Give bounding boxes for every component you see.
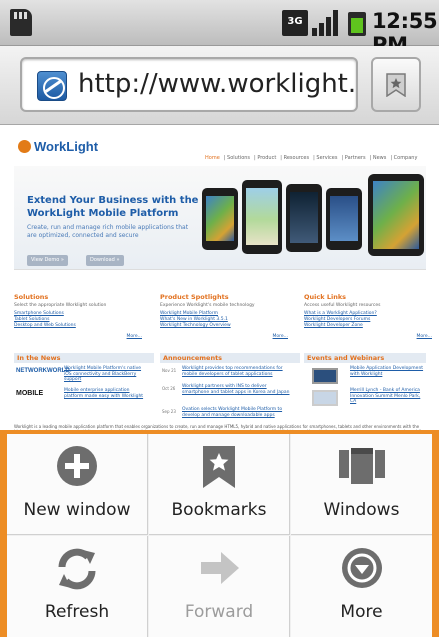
refresh-icon xyxy=(58,548,96,590)
announcements: Announcements Nov 21 Worklight provides … xyxy=(160,353,300,422)
announcement-date: Oct 26 xyxy=(162,386,176,391)
battery-icon xyxy=(348,12,366,36)
nav-link-solutions[interactable]: Solutions xyxy=(227,155,250,161)
link[interactable]: Worklight Developer Zone xyxy=(304,323,436,329)
announcement-date: Sep 23 xyxy=(162,409,176,414)
phone-image xyxy=(286,184,322,252)
announcement-text[interactable]: Worklight provides top recommendations f… xyxy=(182,366,292,377)
event-image xyxy=(312,390,338,406)
view-demo-button[interactable]: View Demo » xyxy=(27,255,68,266)
sd-card-icon xyxy=(10,9,32,36)
status-bar: 3G 12:55 PM xyxy=(0,0,439,57)
event-text[interactable]: Mobile Application Development with Work… xyxy=(350,366,424,377)
link[interactable]: Worklight Technology Overview xyxy=(160,323,292,329)
announcement-item[interactable]: Oct 26 Worklight partners with INS to de… xyxy=(160,384,300,404)
event-text[interactable]: Merrill Lynch - Bank of America Innovati… xyxy=(350,388,424,405)
nav-link-company[interactable]: Company xyxy=(394,155,418,161)
nav-link-services[interactable]: Services xyxy=(316,155,337,161)
nav-link-product[interactable]: Product xyxy=(257,155,276,161)
phone-image xyxy=(202,188,238,250)
bookmark-star-icon xyxy=(203,446,235,488)
column-desc: Access useful Worklight resources xyxy=(304,303,381,308)
mobile-logo: MOBILE xyxy=(16,390,44,397)
section-title: Announcements xyxy=(160,353,300,363)
star-bookmark-icon xyxy=(386,73,406,97)
section-title: Events and Webinars xyxy=(304,353,426,363)
in-the-news: In the News NETWORKWORLD Worklight Mobil… xyxy=(14,353,154,407)
menu-border-right xyxy=(432,430,439,637)
globe-icon xyxy=(37,71,67,101)
column-desc: Select the appropriate Worklight solutio… xyxy=(14,303,107,308)
menu-border-left xyxy=(0,430,7,637)
more-link[interactable]: More... xyxy=(273,334,288,340)
options-menu: New window Bookmarks Windows Refresh For… xyxy=(0,430,439,637)
webpage-content[interactable]: WorkLight Home | Solutions | Product | Reso… xyxy=(0,125,439,439)
site-nav: Home | Solutions | Product | Resources | Ser… xyxy=(205,155,418,161)
forward-arrow-icon xyxy=(201,552,239,584)
menu-label: Forward xyxy=(184,602,254,622)
menu-label: More xyxy=(340,602,383,622)
nav-link-home[interactable]: Home xyxy=(205,155,220,161)
announcement-item[interactable]: Sep 23 Ovation selects Worklight Mobile … xyxy=(160,407,300,422)
news-item[interactable]: NETWORKWORLD Worklight Mobile Platform's… xyxy=(14,366,154,385)
column-title: Quick Links xyxy=(304,293,347,301)
column-title: Product Spotlights xyxy=(160,293,229,301)
bookmarks-button[interactable]: Bookmarks xyxy=(149,434,290,535)
hero-subtitle: Create, run and manage rich mobile appli… xyxy=(27,224,189,239)
nav-link-partners[interactable]: Partners xyxy=(345,155,366,161)
announcement-text[interactable]: Worklight partners with INS to deliver s… xyxy=(182,384,292,395)
event-item[interactable]: Merrill Lynch - Bank of America Innovati… xyxy=(304,388,426,407)
windows-button[interactable]: Windows xyxy=(291,434,432,535)
plus-icon xyxy=(57,446,97,486)
solutions-column: Solutions Select the appropriate Worklig… xyxy=(14,293,146,339)
event-item[interactable]: Mobile Application Development with Work… xyxy=(304,366,426,385)
news-text[interactable]: Worklight Mobile Platform's native iOS c… xyxy=(64,366,149,383)
more-button[interactable]: More xyxy=(291,536,432,637)
nav-link-news[interactable]: News xyxy=(373,155,387,161)
forward-button[interactable]: Forward xyxy=(149,536,290,637)
menu-label: Windows xyxy=(323,500,400,520)
worklight-logo[interactable]: WorkLight xyxy=(18,139,98,154)
menu-label: Refresh xyxy=(44,602,110,622)
more-link[interactable]: More... xyxy=(127,334,142,340)
more-link[interactable]: More... xyxy=(417,334,432,340)
windows-icon xyxy=(338,446,385,486)
announcement-text[interactable]: Ovation selects Worklight Mobile Platfor… xyxy=(182,407,292,418)
section-title: In the News xyxy=(14,353,154,363)
announcement-item[interactable]: Nov 21 Worklight provides top recommenda… xyxy=(160,366,300,381)
signal-icon xyxy=(312,10,340,36)
new-window-button[interactable]: New window xyxy=(7,434,148,535)
announcement-date: Nov 21 xyxy=(162,368,177,373)
column-title: Solutions xyxy=(14,293,49,301)
menu-label: New window xyxy=(23,500,131,520)
networkworld-logo: NETWORKWORLD xyxy=(16,368,70,374)
chevron-down-circle-icon xyxy=(341,548,382,588)
phone-image xyxy=(242,180,282,254)
menu-label: Bookmarks xyxy=(171,500,267,520)
event-image xyxy=(312,368,338,384)
url-bar[interactable]: http://www.worklight.... xyxy=(20,57,358,112)
product-spotlights-column: Product Spotlights Experience Worklight'… xyxy=(160,293,292,339)
phone-image xyxy=(326,188,362,250)
news-item[interactable]: MOBILE Mobile enterprise application pla… xyxy=(14,388,154,407)
url-text: http://www.worklight.... xyxy=(78,69,358,99)
events-webinars: Events and Webinars Mobile Application D… xyxy=(304,353,426,407)
hero-banner: Extend Your Business with the WorkLight … xyxy=(14,166,426,270)
download-button[interactable]: Download » xyxy=(86,255,124,266)
nav-link-resources[interactable]: Resources xyxy=(284,155,310,161)
column-desc: Experience Worklight's mobile technology xyxy=(160,303,255,308)
hero-title: Extend Your Business with the WorkLight … xyxy=(27,195,199,219)
quick-links-column: Quick Links Access useful Worklight reso… xyxy=(304,293,436,339)
refresh-button[interactable]: Refresh xyxy=(7,536,148,637)
3g-icon: 3G xyxy=(282,10,308,36)
bookmark-button[interactable] xyxy=(371,57,421,112)
browser-toolbar: http://www.worklight.... xyxy=(0,46,439,125)
link[interactable]: Desktop and Web Solutions xyxy=(14,323,146,329)
news-text[interactable]: Mobile enterprise application platform m… xyxy=(64,388,149,399)
tablet-image xyxy=(368,174,424,256)
